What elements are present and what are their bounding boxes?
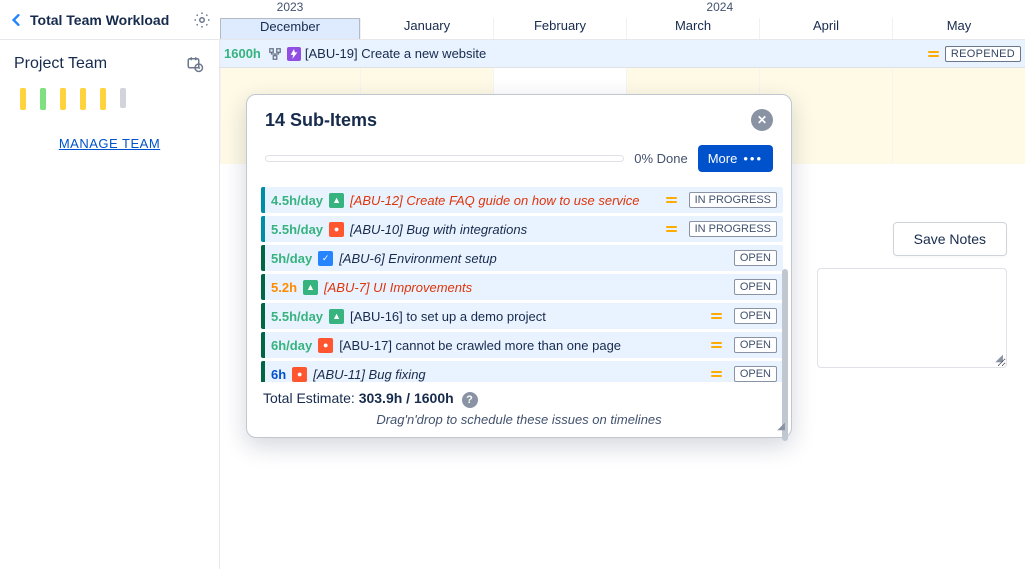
month-cell[interactable]: March bbox=[626, 18, 759, 39]
sub-item-row[interactable]: 5h/day ✓ [ABU-6] Environment setup OPEN bbox=[261, 245, 783, 271]
item-text: [ABU-12] Create FAQ guide on how to use … bbox=[350, 193, 660, 208]
progress-label: 0% Done bbox=[634, 151, 687, 166]
year-label: 2023 bbox=[220, 0, 360, 18]
team-name: Project Team bbox=[14, 55, 107, 73]
save-notes-button[interactable]: Save Notes bbox=[893, 222, 1007, 256]
sub-items-popup: 14 Sub-Items ✕ 0% Done More••• 4.5h/day ▲… bbox=[246, 94, 792, 438]
resize-handle[interactable]: ◢ bbox=[777, 421, 785, 432]
popup-title: 14 Sub-Items bbox=[265, 110, 751, 131]
epic-icon bbox=[287, 47, 301, 61]
effort-value: 6h bbox=[265, 367, 286, 382]
month-cell[interactable]: December bbox=[220, 18, 360, 39]
task-icon: ✓ bbox=[318, 251, 333, 266]
footer-hint: Drag'n'drop to schedule these issues on … bbox=[263, 412, 775, 427]
story-icon: ▲ bbox=[303, 280, 318, 295]
bug-icon: ● bbox=[292, 367, 307, 382]
gear-icon[interactable] bbox=[192, 10, 212, 30]
timeline-header: 2023 2024 December January February Marc… bbox=[220, 0, 1025, 40]
status-badge: OPEN bbox=[734, 308, 777, 324]
sub-item-row[interactable]: 5.5h/day ● [ABU-10] Bug with integrations I… bbox=[261, 216, 783, 242]
effort-value: 5h/day bbox=[265, 251, 312, 266]
schedule-icon[interactable] bbox=[185, 54, 205, 74]
sub-item-row[interactable]: 6h/day ● [ABU-17] cannot be crawled more t… bbox=[261, 332, 783, 358]
epic-bar[interactable]: 1600h [ABU-19] Create a new website REOP… bbox=[220, 40, 1025, 68]
priority-icon bbox=[711, 313, 722, 319]
month-cell[interactable]: May bbox=[892, 18, 1025, 39]
total-estimate: Total Estimate: 303.9h / 1600h ? bbox=[263, 390, 775, 408]
help-icon[interactable]: ? bbox=[462, 392, 478, 408]
bug-icon: ● bbox=[329, 222, 344, 237]
item-text: [ABU-17] cannot be crawled more than one… bbox=[339, 338, 705, 353]
back-button[interactable] bbox=[8, 12, 24, 28]
effort-value: 4.5h/day bbox=[265, 193, 323, 208]
team-load-bars bbox=[14, 78, 205, 128]
page-title: Total Team Workload bbox=[30, 12, 192, 28]
item-text: [ABU-10] Bug with integrations bbox=[350, 222, 660, 237]
effort-value: 5.5h/day bbox=[265, 222, 323, 237]
effort-value: 6h/day bbox=[265, 338, 312, 353]
sub-item-row[interactable]: 4.5h/day ▲ [ABU-12] Create FAQ guide on ho… bbox=[261, 187, 783, 213]
month-cell[interactable]: January bbox=[360, 18, 493, 39]
sub-item-row[interactable]: 6h ● [ABU-11] Bug fixing OPEN bbox=[261, 361, 783, 382]
manage-team-link[interactable]: MANAGE TEAM bbox=[14, 128, 205, 159]
priority-icon bbox=[711, 371, 722, 377]
notes-textarea[interactable]: ◢ bbox=[817, 268, 1007, 368]
effort-value: 5.2h bbox=[265, 280, 297, 295]
item-text: [ABU-6] Environment setup bbox=[339, 251, 728, 266]
hierarchy-icon[interactable] bbox=[267, 46, 283, 62]
item-text: [ABU-7] UI Improvements bbox=[324, 280, 728, 295]
close-icon[interactable]: ✕ bbox=[751, 109, 773, 131]
sub-item-row[interactable]: 5.5h/day ▲ [ABU-16] to set up a demo proje… bbox=[261, 303, 783, 329]
more-button[interactable]: More••• bbox=[698, 145, 773, 172]
priority-icon bbox=[928, 51, 939, 57]
epic-key: [ABU-19] Create a new website bbox=[305, 46, 486, 61]
hours-value: 1600h bbox=[224, 46, 261, 61]
status-badge: OPEN bbox=[734, 337, 777, 353]
status-badge: REOPENED bbox=[945, 46, 1021, 62]
effort-value: 5.5h/day bbox=[265, 309, 323, 324]
priority-icon bbox=[666, 226, 677, 232]
story-icon: ▲ bbox=[329, 193, 344, 208]
priority-icon bbox=[666, 197, 677, 203]
item-text: [ABU-16] to set up a demo project bbox=[350, 309, 705, 324]
status-badge: OPEN bbox=[734, 279, 777, 295]
scrollbar[interactable] bbox=[782, 269, 788, 441]
priority-icon bbox=[711, 342, 722, 348]
item-text: [ABU-11] Bug fixing bbox=[313, 367, 705, 382]
status-badge: IN PROGRESS bbox=[689, 192, 777, 208]
sub-item-row[interactable]: 5.2h ▲ [ABU-7] UI Improvements OPEN bbox=[261, 274, 783, 300]
status-badge: IN PROGRESS bbox=[689, 221, 777, 237]
bug-icon: ● bbox=[318, 338, 333, 353]
status-badge: OPEN bbox=[734, 366, 777, 382]
month-cell[interactable]: February bbox=[493, 18, 626, 39]
story-icon: ▲ bbox=[329, 309, 344, 324]
year-label: 2024 bbox=[630, 0, 810, 18]
status-badge: OPEN bbox=[734, 250, 777, 266]
progress-bar bbox=[265, 155, 624, 162]
month-cell[interactable]: April bbox=[759, 18, 892, 39]
